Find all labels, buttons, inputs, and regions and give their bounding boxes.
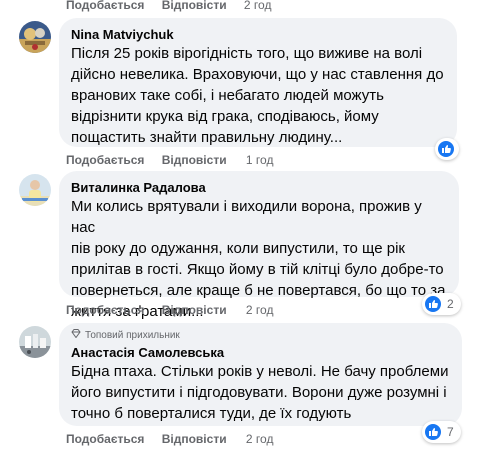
comment-actions: Подобається Відповісти 2 год bbox=[66, 431, 273, 447]
thumbs-up-icon bbox=[425, 296, 441, 312]
like-button[interactable]: Подобається bbox=[66, 153, 144, 167]
comment-text: Бідна птаха. Стільки років у неволі. Не … bbox=[71, 361, 450, 424]
avatar[interactable] bbox=[19, 21, 51, 53]
reaction-badge[interactable]: 2 bbox=[422, 293, 461, 315]
reply-button[interactable]: Відповісти bbox=[162, 153, 227, 167]
reply-button[interactable]: Відповісти bbox=[162, 432, 227, 446]
comment-actions: Подобається Відповісти 1 год bbox=[66, 152, 273, 168]
badge-label: Топовий прихильник bbox=[85, 330, 180, 341]
comment-author[interactable]: Nina Matviychuk bbox=[71, 26, 445, 43]
comment-bubble: Nina Matviychuk Після 25 років вірогідні… bbox=[59, 18, 457, 147]
thumbs-up-icon bbox=[425, 424, 441, 440]
reaction-badge[interactable]: 7 bbox=[422, 421, 461, 443]
comment-line: точно б поверталися туди, де їх годують bbox=[71, 405, 352, 422]
avatar[interactable] bbox=[19, 326, 51, 358]
comment-text: Після 25 років вірогідність того, що виж… bbox=[71, 43, 445, 148]
previous-comment-actions: Подобається Відповісти 2 год bbox=[66, 0, 285, 14]
comment-line: Ми колись врятували і виходили ворона, п… bbox=[71, 198, 422, 236]
reaction-count: 2 bbox=[447, 297, 454, 311]
comment-line: Бідна птаха. Стільки років у неволі. Не … bbox=[71, 363, 449, 380]
comment-bubble: Виталинка Радалова Ми колись врятували і… bbox=[59, 171, 459, 320]
like-button[interactable]: Подобається bbox=[66, 432, 144, 446]
comment-author[interactable]: Виталинка Радалова bbox=[71, 179, 447, 196]
timestamp[interactable]: 2 год bbox=[244, 0, 272, 12]
timestamp[interactable]: 1 год bbox=[246, 153, 274, 167]
timestamp[interactable]: 2 год bbox=[246, 303, 274, 317]
like-button[interactable]: Подобається bbox=[66, 0, 144, 12]
comment-author[interactable]: Анастасія Самолевська bbox=[71, 344, 450, 361]
comment-actions: Подобається Відповісти 2 год bbox=[66, 302, 273, 318]
avatar[interactable] bbox=[19, 174, 51, 206]
comment-line: прилітав в гості. Якщо йому в тій клітці… bbox=[71, 261, 444, 278]
diamond-icon bbox=[71, 329, 81, 343]
thumbs-up-icon bbox=[438, 141, 454, 157]
comment-line: повернеться, але краще б не повертався, … bbox=[71, 282, 446, 299]
reaction-count: 7 bbox=[447, 425, 454, 439]
reply-button[interactable]: Відповісти bbox=[162, 0, 227, 12]
comment-bubble: Топовий прихильник Анастасія Самолевська… bbox=[59, 323, 462, 426]
reaction-badge[interactable] bbox=[435, 138, 459, 160]
reply-button[interactable]: Відповісти bbox=[162, 303, 227, 317]
comment-line: його випустити і підгодовувати. Ворони д… bbox=[71, 384, 447, 401]
comment-line: вранових таке собі, і небагато людей мож… bbox=[71, 87, 384, 104]
timestamp[interactable]: 2 год bbox=[246, 432, 274, 446]
top-fan-badge: Топовий прихильник bbox=[71, 329, 450, 343]
comment-line: відрізнити крука від грака, сподіваюсь, … bbox=[71, 108, 379, 125]
comment-line: дійсно невелика. Враховуючи, що у нас ст… bbox=[71, 66, 444, 83]
like-button[interactable]: Подобається bbox=[66, 303, 144, 317]
comment-line: пів року до одужання, коли випустили, то… bbox=[71, 240, 405, 257]
comment-line: пощастить знайти правильну людину... bbox=[71, 129, 343, 146]
comment-line: Після 25 років вірогідність того, що виж… bbox=[71, 45, 423, 62]
